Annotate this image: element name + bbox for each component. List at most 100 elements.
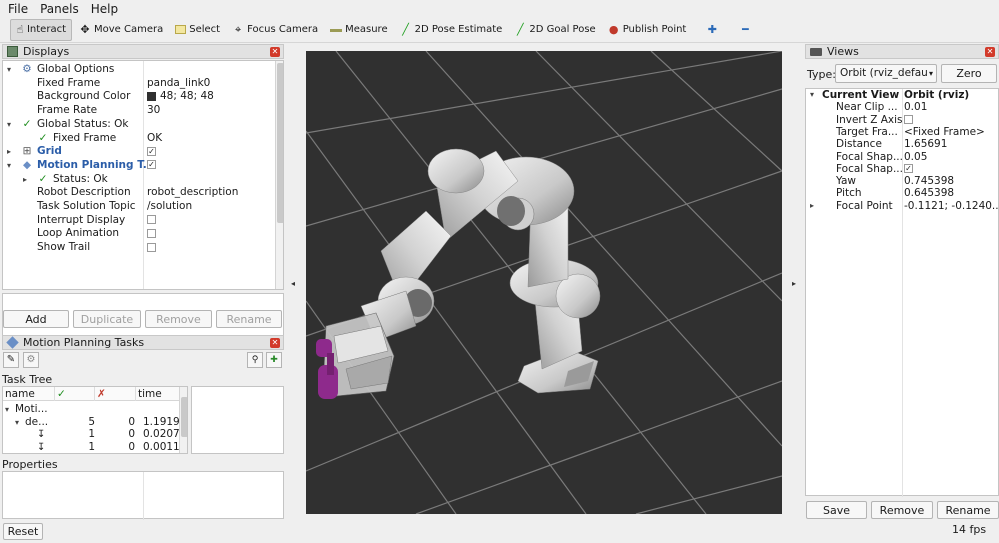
view-property-value[interactable]: 0.05: [904, 151, 927, 163]
col-failure[interactable]: ✗: [97, 388, 106, 400]
view-property-value[interactable]: 0.745398: [904, 175, 954, 187]
remove-display-button[interactable]: Remove: [145, 310, 212, 328]
display-row-value[interactable]: [147, 214, 156, 228]
view-property-value[interactable]: Orbit (rviz): [904, 89, 969, 101]
tool-move-camera[interactable]: ✥ Move Camera: [74, 19, 168, 41]
remove-view-button[interactable]: Remove: [871, 501, 933, 519]
rename-display-button[interactable]: Rename: [216, 310, 282, 328]
right-splitter-arrow-icon[interactable]: ▸: [792, 279, 796, 288]
col-name[interactable]: name: [5, 388, 35, 400]
view-property-row[interactable]: Invert Z Axis: [806, 114, 999, 126]
display-row[interactable]: ▾ ⚙ Global Options: [3, 63, 273, 77]
left-splitter-arrow-icon[interactable]: ◂: [291, 279, 295, 288]
view-property-row[interactable]: Yaw 0.745398: [806, 175, 999, 187]
chevron-down-icon[interactable]: ▾: [7, 63, 17, 77]
task-row[interactable]: ▾ Moti...: [3, 403, 179, 416]
add-display-button[interactable]: Add: [3, 310, 69, 328]
magnify-icon[interactable]: ⚲: [247, 352, 263, 368]
display-row[interactable]: Show Trail: [3, 241, 273, 255]
close-icon[interactable]: ✕: [270, 47, 280, 57]
checkbox[interactable]: ✓: [904, 164, 913, 174]
displays-scrollbar[interactable]: [275, 61, 283, 289]
chevron-down-icon[interactable]: ▾: [810, 89, 820, 101]
checkbox[interactable]: ✓: [147, 160, 156, 170]
view-property-row[interactable]: Target Fra... <Fixed Frame>: [806, 126, 999, 138]
display-row[interactable]: ✓ Fixed Frame OK: [3, 132, 273, 146]
task-row[interactable]: ↧ 1 0 0.0011: [3, 441, 180, 454]
checkbox[interactable]: [147, 228, 156, 238]
display-row-value[interactable]: panda_link0: [147, 77, 210, 91]
chevron-right-icon[interactable]: ▸: [23, 173, 33, 187]
edit-icon[interactable]: ✎: [3, 352, 19, 368]
display-row[interactable]: Task Solution Topic/solution: [3, 200, 273, 214]
menu-help[interactable]: Help: [83, 2, 122, 16]
display-row-value[interactable]: [147, 241, 156, 255]
menu-panels[interactable]: Panels: [32, 2, 83, 16]
save-view-button[interactable]: Save: [806, 501, 867, 519]
display-row-value[interactable]: 48; 48; 48: [147, 90, 214, 104]
display-row-value[interactable]: /solution: [147, 200, 192, 214]
view-property-row[interactable]: Distance 1.65691: [806, 138, 999, 150]
view-property-row[interactable]: ▸ Focal Point -0.1121; -0.1240...: [806, 200, 999, 212]
remove-tool-button[interactable]: ━: [734, 19, 759, 41]
add-task-icon[interactable]: ✚: [266, 352, 282, 368]
display-row[interactable]: Background Color 48; 48; 48: [3, 90, 273, 104]
duplicate-display-button[interactable]: Duplicate: [73, 310, 141, 328]
display-row[interactable]: Robot Description robot_description: [3, 186, 273, 200]
display-row[interactable]: ▾ ✓ Global Status: Ok: [3, 118, 273, 132]
chevron-down-icon[interactable]: ▾: [7, 118, 17, 132]
chevron-down-icon[interactable]: ▾: [7, 159, 17, 173]
chevron-right-icon[interactable]: ▸: [7, 145, 17, 159]
display-row[interactable]: Fixed Frame panda_link0: [3, 77, 273, 91]
display-row-value[interactable]: 30: [147, 104, 160, 118]
task-row[interactable]: ↧ 1 0 0.0207: [3, 428, 180, 441]
view-property-value[interactable]: 0.01: [904, 101, 927, 113]
tool-select[interactable]: Select: [170, 19, 225, 41]
task-tree-scrollbar[interactable]: [179, 387, 187, 453]
tool-2d-goal-pose[interactable]: ╱ 2D Goal Pose: [509, 19, 600, 41]
display-row[interactable]: Interrupt Display: [3, 214, 273, 228]
view-property-value[interactable]: -0.1121; -0.1240...: [904, 200, 999, 212]
checkbox[interactable]: [904, 115, 913, 125]
display-row-value[interactable]: robot_description: [147, 186, 238, 200]
display-row[interactable]: ▾ ◆ Motion Planning T... ✓: [3, 159, 273, 173]
tool-publish-point[interactable]: ● Publish Point: [603, 19, 692, 41]
checkbox[interactable]: [147, 242, 156, 252]
display-row[interactable]: ▸ ⊞ Grid ✓: [3, 145, 273, 159]
zero-button[interactable]: Zero: [941, 64, 997, 83]
view-property-row[interactable]: Focal Shap... 0.05: [806, 151, 999, 163]
task-row[interactable]: ▾ de... 5 0 1.1919: [3, 416, 180, 429]
reset-button[interactable]: Reset: [3, 523, 43, 540]
checkbox[interactable]: [147, 215, 156, 225]
display-row-value[interactable]: OK: [147, 132, 162, 146]
add-tool-button[interactable]: ✚: [701, 19, 726, 41]
tool-2d-pose-estimate[interactable]: ╱ 2D Pose Estimate: [395, 19, 508, 41]
menu-file[interactable]: File: [0, 2, 32, 16]
rename-view-button[interactable]: Rename: [937, 501, 999, 519]
tool-measure[interactable]: Measure: [325, 19, 393, 41]
color-swatch[interactable]: [147, 91, 156, 101]
view-property-row[interactable]: Pitch 0.645398: [806, 187, 999, 199]
3d-viewport[interactable]: [306, 51, 782, 514]
view-property-row[interactable]: Focal Shap... ✓: [806, 163, 999, 175]
view-property-value[interactable]: 1.65691: [904, 138, 947, 150]
display-row[interactable]: ▸ ✓ Status: Ok: [3, 173, 273, 187]
checkbox[interactable]: ✓: [147, 146, 156, 156]
display-row-value[interactable]: ✓: [147, 145, 156, 159]
tool-focus-camera[interactable]: ⌖ Focus Camera: [227, 19, 323, 41]
col-time[interactable]: time: [138, 388, 162, 400]
chevron-right-icon[interactable]: ▸: [810, 200, 820, 212]
display-row[interactable]: Frame Rate 30: [3, 104, 273, 118]
display-row-value[interactable]: [147, 227, 156, 241]
view-property-row[interactable]: Near Clip ... 0.01: [806, 101, 999, 113]
view-property-value[interactable]: 0.645398: [904, 187, 954, 199]
view-property-row[interactable]: ▾ Current View Orbit (rviz): [806, 89, 999, 101]
close-icon[interactable]: ✕: [985, 47, 995, 57]
view-property-value[interactable]: <Fixed Frame>: [904, 126, 985, 138]
view-property-value[interactable]: ✓: [904, 163, 913, 175]
close-icon[interactable]: ✕: [270, 338, 280, 348]
view-property-value[interactable]: [904, 114, 913, 126]
view-type-select[interactable]: Orbit (rviz_defau ▾: [835, 64, 937, 83]
display-row-value[interactable]: ✓: [147, 159, 156, 173]
gear-icon[interactable]: ⚙: [23, 352, 39, 368]
